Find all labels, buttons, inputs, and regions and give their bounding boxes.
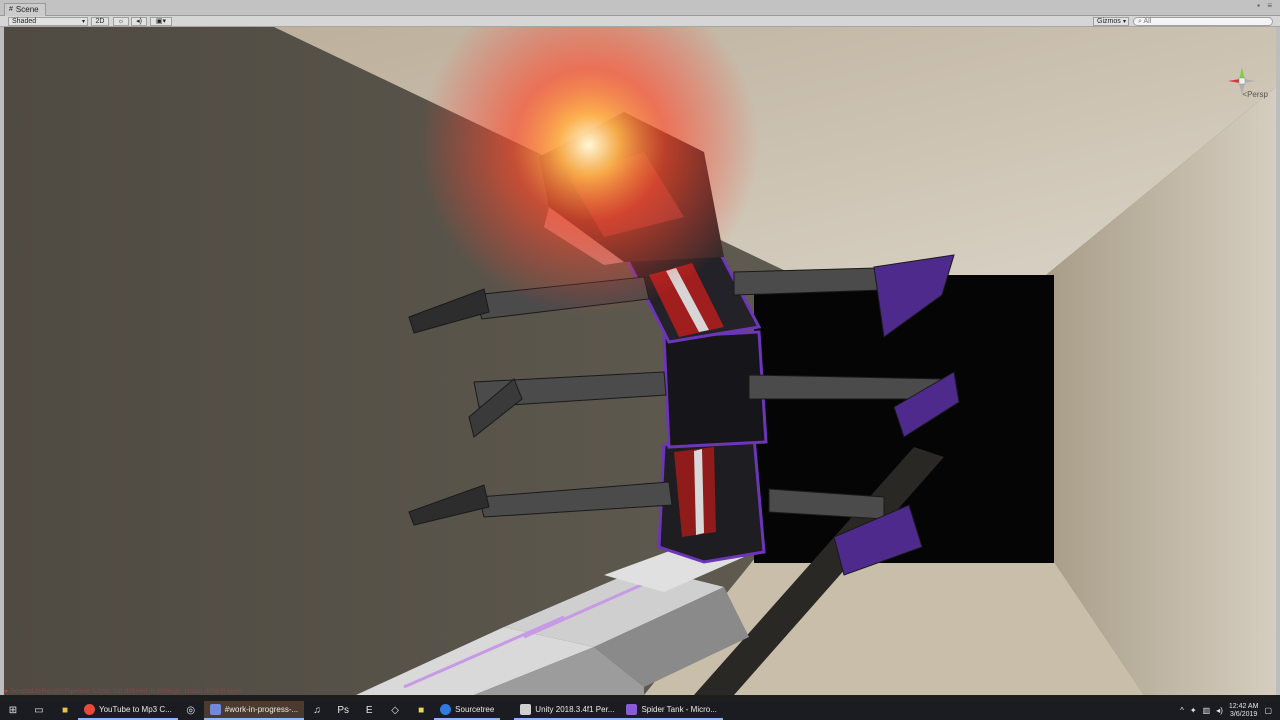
gizmos-dropdown[interactable]: Gizmos ▾: [1093, 17, 1129, 26]
system-tray: ^ ✦ ▥ ◂) 12:42 AM 3/6/2019 ▢: [1180, 701, 1280, 720]
projection-label-text: Persp: [1247, 90, 1268, 99]
epic-games-icon[interactable]: E: [356, 701, 382, 720]
console-status-text: ScriptableRenderPipeline: Layer not defi…: [10, 688, 245, 695]
shading-mode-dropdown[interactable]: Shaded ▾: [8, 17, 88, 26]
hierarchy-search-input[interactable]: ⌕ All: [1133, 17, 1273, 26]
search-icon: ⌕: [1138, 18, 1142, 25]
gizmos-label: Gizmos: [1097, 18, 1121, 25]
image-icon: ▣▾: [155, 18, 167, 25]
clock-time: 12:42 AM: [1228, 702, 1259, 710]
clock[interactable]: 12:42 AM 3/6/2019: [1229, 703, 1259, 719]
editor-tab-strip: # Scene ▪ ≡: [0, 0, 1280, 16]
scene-toolbar: Shaded ▾ 2D ☼ ◂) ▣▾ Gizmos ▾ ⌕ All: [0, 16, 1280, 27]
chevron-up-icon[interactable]: ^: [1180, 706, 1184, 715]
taskbar-item-label: Spider Tank - Micro...: [641, 705, 717, 714]
toggle-2d-label: 2D: [95, 18, 105, 25]
search-placeholder: All: [1143, 18, 1152, 25]
warning-icon: ●: [4, 688, 9, 695]
sun-icon: ☼: [117, 18, 125, 25]
lighting-toggle-button[interactable]: ☼: [113, 17, 129, 26]
unity-icon: [520, 704, 532, 715]
scene-render: [4, 27, 1276, 695]
photoshop-icon[interactable]: Ps: [330, 701, 356, 720]
grid-icon: #: [9, 6, 13, 13]
effects-dropdown[interactable]: ▣▾: [150, 17, 172, 26]
taskbar-item-discord[interactable]: #work-in-progress-...: [203, 701, 305, 720]
unity-editor-window: # Scene ▪ ≡ Shaded ▾ 2D ☼ ◂) ▣▾ Gizmos ▾…: [0, 0, 1280, 720]
taskbar-apps: YouTube to Mp3 C... ◎ #work-in-progress-…: [78, 701, 723, 720]
pane-options-icon[interactable]: ≡: [1267, 1, 1272, 10]
shading-mode-label: Shaded: [12, 18, 37, 25]
discord-icon: [209, 704, 221, 715]
unity-hub-icon[interactable]: ◇: [382, 701, 408, 720]
console-status-message[interactable]: ● ScriptableRenderPipeline: Layer not de…: [4, 688, 244, 695]
taskbar-item-label: Unity 2018.3.4f1 Per...: [535, 705, 615, 714]
steam-icon[interactable]: ◎: [178, 701, 204, 720]
tab-scene[interactable]: # Scene: [4, 3, 46, 16]
audio-toggle-button[interactable]: ◂): [131, 17, 147, 26]
network-icon[interactable]: ▥: [1203, 706, 1211, 715]
chrome-icon: [84, 704, 95, 715]
windows-taskbar: ⊞ ▭ ■ YouTube to Mp3 C... ◎ #work-in-pro…: [0, 701, 1280, 720]
tab-scene-label: Scene: [15, 5, 39, 14]
sticky-notes-icon[interactable]: ■: [408, 701, 434, 720]
itunes-icon[interactable]: ♫: [304, 701, 330, 720]
windows-start-icon[interactable]: ⊞: [0, 701, 26, 720]
pane-menu-icon[interactable]: ▪: [1257, 1, 1260, 10]
task-view-icon[interactable]: ▭: [26, 701, 52, 720]
taskbar-item-label: #work-in-progress-...: [224, 705, 299, 714]
visual-studio-icon: [626, 704, 638, 715]
taskbar-item-label: Sourcetree: [455, 705, 495, 714]
orientation-gizmo[interactable]: [1222, 61, 1262, 115]
taskbar-item-visual-studio[interactable]: Spider Tank - Micro...: [620, 701, 723, 720]
file-explorer-icon[interactable]: ■: [52, 701, 78, 720]
chevron-down-icon: ▾: [1122, 19, 1126, 25]
dropbox-icon[interactable]: ✦: [1190, 706, 1197, 715]
taskbar-item-unity[interactable]: Unity 2018.3.4f1 Per...: [514, 701, 621, 720]
taskbar-item-label: YouTube to Mp3 C...: [99, 705, 172, 714]
taskbar-item-chrome[interactable]: YouTube to Mp3 C...: [78, 701, 178, 720]
taskbar-item-sourcetree[interactable]: Sourcetree: [434, 701, 501, 720]
sourcetree-icon: [440, 704, 452, 715]
volume-icon[interactable]: ◂): [1216, 706, 1223, 715]
scene-viewport[interactable]: <Persp: [0, 27, 1280, 695]
speaker-icon: ◂): [136, 18, 142, 25]
notifications-icon[interactable]: ▢: [1264, 706, 1272, 715]
toggle-2d-button[interactable]: 2D: [91, 17, 109, 26]
projection-label[interactable]: <Persp: [1242, 90, 1268, 99]
clock-date: 3/6/2019: [1230, 710, 1258, 718]
chevron-down-icon: ▾: [81, 19, 85, 25]
